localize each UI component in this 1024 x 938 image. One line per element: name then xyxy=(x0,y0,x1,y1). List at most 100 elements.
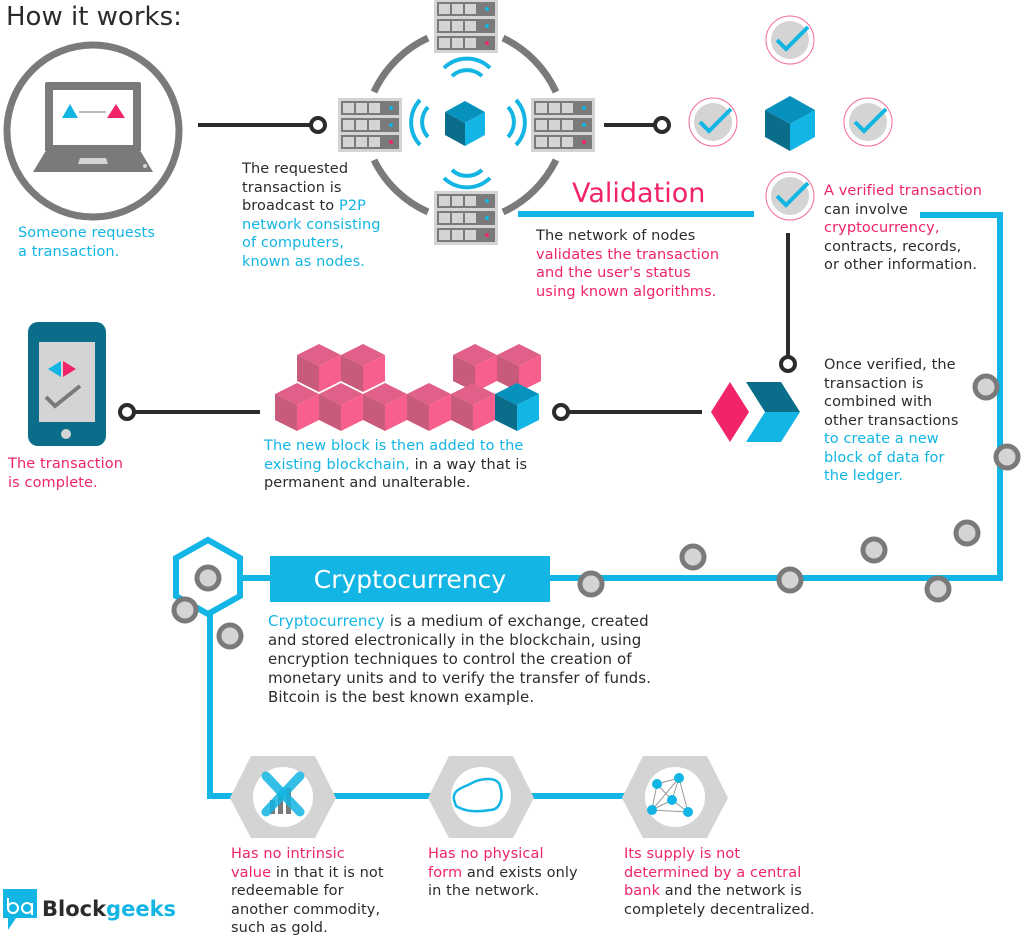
text-line: in the network. xyxy=(428,882,578,901)
server-node-icon xyxy=(434,0,498,53)
step-broadcast-text: The requested transaction is broadcast to … xyxy=(242,160,381,271)
ledger-node-dot xyxy=(171,596,199,624)
ledger-node-dot xyxy=(216,622,244,650)
property-hexagon-3 xyxy=(622,756,728,838)
text-segment: existing blockchain, xyxy=(264,456,410,473)
connector-node xyxy=(309,116,327,134)
text-segment: to create a new xyxy=(824,431,939,447)
text-line: transaction is xyxy=(824,375,959,394)
laptop-icon xyxy=(3,41,183,221)
text-segment: network consisting xyxy=(242,216,381,233)
step-validation-text: The network of nodes validates the transa… xyxy=(536,227,719,301)
chain-block xyxy=(363,383,407,431)
text-line: Has no intrinsic xyxy=(231,845,384,864)
text-segment: and exists only xyxy=(462,864,578,881)
chain-block xyxy=(407,383,451,431)
text-line: Has no physical xyxy=(428,845,578,864)
text-segment: Has no physical xyxy=(428,846,544,862)
text-line: a transaction. xyxy=(18,243,120,260)
text-segment: and stored electronically in the blockch… xyxy=(268,631,642,649)
chain-block xyxy=(297,344,341,392)
text-segment: Its supply is not xyxy=(624,846,741,862)
text-segment: Bitcoin is the best known example. xyxy=(268,688,535,706)
text-segment: contracts, records, xyxy=(824,238,962,255)
connector-node xyxy=(653,116,671,134)
text-line: can involve xyxy=(824,201,982,220)
text-line: and stored electronically in the blockch… xyxy=(268,631,651,650)
chain-block xyxy=(319,383,363,431)
smartphone-icon xyxy=(28,322,106,446)
checkmark-icon xyxy=(765,171,815,221)
text-line: bank and the network is xyxy=(624,882,815,901)
text-segment: transaction is xyxy=(824,375,924,392)
connector-node xyxy=(552,403,570,421)
text-line: another commodity, xyxy=(231,901,384,920)
text-line: the ledger. xyxy=(824,467,959,486)
validated-block-cube-icon xyxy=(765,96,815,151)
text-segment: is a medium of exchange, created xyxy=(384,612,649,630)
ledger-node-dot xyxy=(679,543,707,571)
checkmark-icon xyxy=(843,97,893,147)
text-line: Once verified, the xyxy=(824,356,959,375)
text-line: is complete. xyxy=(8,474,123,493)
text-segment: monetary units and to verify the transfe… xyxy=(268,669,652,687)
text-line: and the user's status xyxy=(536,264,719,283)
text-segment: transaction is xyxy=(242,179,342,196)
text-line: encryption techniques to control the cre… xyxy=(268,650,651,669)
new-block xyxy=(495,383,539,431)
text-segment: Cryptocurrency xyxy=(268,612,385,630)
step-complete-text: The transaction is complete. xyxy=(8,455,123,492)
text-segment: bank xyxy=(624,883,661,899)
text-line: cryptocurrency, xyxy=(824,219,982,238)
connector-node xyxy=(779,355,797,373)
text-line: The requested xyxy=(242,160,381,179)
ledger-node-dot xyxy=(194,564,222,592)
ledger-node-dot xyxy=(776,566,804,594)
text-segment: in a way that is xyxy=(409,456,528,473)
text-segment: block of data for xyxy=(824,449,945,466)
text-segment: value xyxy=(231,864,272,881)
text-segment: permanent and unalterable. xyxy=(264,475,471,491)
chain-block xyxy=(451,383,495,431)
text-line: transaction is xyxy=(242,179,381,198)
text-segment: in the network. xyxy=(428,883,540,899)
text-segment: in that it is not xyxy=(271,864,384,881)
page-title: How it works: xyxy=(6,2,182,32)
text-line: completely decentralized. xyxy=(624,901,815,920)
text-segment: of computers, xyxy=(242,235,344,251)
text-segment: The new block is then added to the xyxy=(264,438,524,454)
text-line: other transactions xyxy=(824,412,959,431)
text-line: Cryptocurrency is a medium of exchange, … xyxy=(268,612,651,631)
text-line: Someone requests xyxy=(18,225,155,241)
step-combined-text: Once verified, the transaction is combined… xyxy=(824,356,959,486)
connector-node xyxy=(118,403,136,421)
step-verified-text: A verified transaction can involve cryptoc… xyxy=(824,182,982,275)
text-line: Its supply is not xyxy=(624,845,815,864)
text-segment: The requested xyxy=(242,161,349,177)
text-segment: and the network is xyxy=(660,883,802,899)
logo-text-geeks: geeks xyxy=(106,897,177,921)
text-segment: redeemable for xyxy=(231,883,344,899)
text-line: known as nodes. xyxy=(242,253,381,272)
text-segment: can involve xyxy=(824,201,908,218)
property-text-1: Has no intrinsic value in that it is not r… xyxy=(231,845,384,938)
text-line: The new block is then added to the xyxy=(264,437,527,456)
text-segment: broadcast to xyxy=(242,198,339,214)
server-node-icon xyxy=(338,98,402,152)
text-segment: cryptocurrency, xyxy=(824,220,940,236)
text-segment: is complete. xyxy=(8,474,98,491)
text-line: of computers, xyxy=(242,234,381,253)
property-hexagon-2 xyxy=(428,756,534,838)
text-segment: A verified transaction xyxy=(824,183,982,199)
step-request-text: Someone requests a transaction. xyxy=(18,224,155,261)
block-cube-icon xyxy=(445,101,485,146)
text-segment: Has no intrinsic xyxy=(231,846,345,862)
property-hexagon-1 xyxy=(230,756,336,838)
text-segment: another commodity, xyxy=(231,901,381,918)
cryptocurrency-description: Cryptocurrency is a medium of exchange, … xyxy=(268,612,651,707)
text-segment: the ledger. xyxy=(824,468,904,484)
text-line: permanent and unalterable. xyxy=(264,474,527,493)
property-text-3: Its supply is not determined by a central… xyxy=(624,845,815,919)
text-line: Bitcoin is the best known example. xyxy=(268,688,651,707)
text-segment: other transactions xyxy=(824,412,959,429)
